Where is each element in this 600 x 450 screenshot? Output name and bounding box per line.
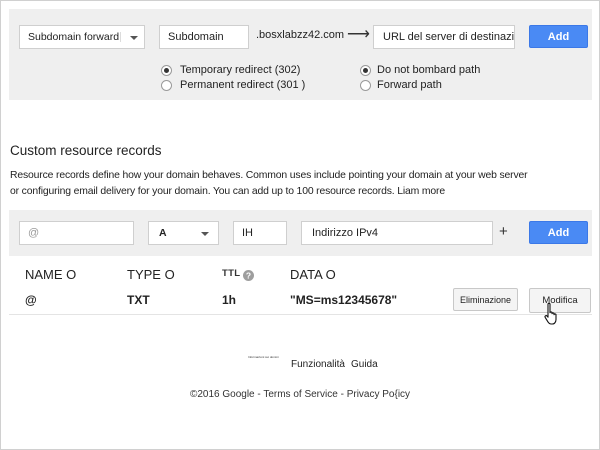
forward-type-select[interactable]: Subdomain forward xyxy=(19,25,145,49)
record-add-label: Add xyxy=(547,226,570,239)
temporary-redirect-label: Temporary redirect (302) xyxy=(180,64,301,76)
destination-url-input[interactable]: URL del server di destinazione xyxy=(373,25,515,49)
record-ttl-value: IH xyxy=(242,227,253,239)
section-description-line1: Resource records define how your domain … xyxy=(10,170,528,181)
destination-url-placeholder: URL del server di destinazione xyxy=(383,31,515,43)
arrow-glyph: ⟶ xyxy=(347,26,370,43)
delete-record-button[interactable]: Eliminazione xyxy=(453,288,518,311)
arrow-right-icon: ⟶ xyxy=(347,24,370,44)
chevron-down-icon xyxy=(130,36,138,40)
row-type: TXT xyxy=(127,293,150,307)
plus-glyph: + xyxy=(499,223,508,240)
footer-copyright-line: ©2016 Google - Terms of Service - Privac… xyxy=(0,389,600,400)
forward-type-select-value: Subdomain forward xyxy=(28,31,120,43)
record-name-placeholder: @ xyxy=(28,227,40,239)
footer-privacy-link[interactable]: Privacy Po{icy xyxy=(347,389,410,400)
section-description-line2: or configuring email delivery for your d… xyxy=(10,186,445,197)
hand-pointer-icon xyxy=(543,302,561,326)
add-more-plus-icon[interactable]: + xyxy=(499,223,508,240)
domain-suffix: .bosxlabzz42.com xyxy=(256,29,344,41)
section-title: Custom resource records xyxy=(10,143,162,158)
record-data-value: Indirizzo IPv4 xyxy=(312,227,379,239)
footer-sep-2: - xyxy=(337,389,347,400)
record-data-input[interactable]: Indirizzo IPv4 xyxy=(301,221,493,245)
permanent-redirect-label: Permanent redirect (301 ) xyxy=(180,79,306,91)
column-header-name[interactable]: NAME O xyxy=(25,267,76,282)
ttl-header-label: TTL xyxy=(222,268,241,279)
radio-do-not-forward-path[interactable] xyxy=(360,65,371,76)
copyright-text: ©2016 xyxy=(189,389,220,400)
help-circle-icon[interactable]: ? xyxy=(243,268,255,281)
row-ttl: 1h xyxy=(222,293,237,307)
record-type-select[interactable]: A xyxy=(148,221,219,245)
footer-google-link[interactable]: Google xyxy=(222,389,254,400)
radio-permanent-redirect[interactable] xyxy=(161,80,172,91)
record-add-button[interactable]: Add xyxy=(529,221,588,244)
radio-forward-path[interactable] xyxy=(360,80,371,91)
footer-features-link[interactable]: Funzionalità xyxy=(291,359,345,370)
delete-record-label: Eliminazione xyxy=(459,294,512,305)
forward-add-button[interactable]: Add xyxy=(529,25,588,48)
domain-suffix-text: .bosxlabzz42.com xyxy=(256,29,345,41)
column-header-type[interactable]: TYPE O xyxy=(127,267,175,282)
subdomain-input[interactable]: Subdomain xyxy=(159,25,249,49)
column-header-ttl: TTL ? xyxy=(222,268,255,281)
svg-text:?: ? xyxy=(246,271,251,281)
forward-add-label: Add xyxy=(547,30,570,43)
footer-guide-link[interactable]: Guida xyxy=(351,359,378,370)
domain-info-tiny-link[interactable]: Informazioni sui domini xyxy=(248,355,279,359)
footer-terms-link[interactable]: Terms of Service xyxy=(263,389,337,400)
row-name: @ xyxy=(25,293,37,307)
record-name-input[interactable]: @ xyxy=(19,221,134,245)
chevron-down-icon xyxy=(201,232,209,236)
record-type-value: A xyxy=(159,227,167,239)
row-data: "MS=ms12345678" xyxy=(290,293,398,307)
radio-temporary-redirect[interactable] xyxy=(161,65,172,76)
record-ttl-input[interactable]: IH xyxy=(233,221,287,245)
forward-path-label: Forward path xyxy=(377,79,442,91)
subdomain-input-value: Subdomain xyxy=(168,31,224,43)
column-header-data[interactable]: DATA O xyxy=(290,267,336,282)
do-not-forward-path-label: Do not bombard path xyxy=(377,64,481,76)
